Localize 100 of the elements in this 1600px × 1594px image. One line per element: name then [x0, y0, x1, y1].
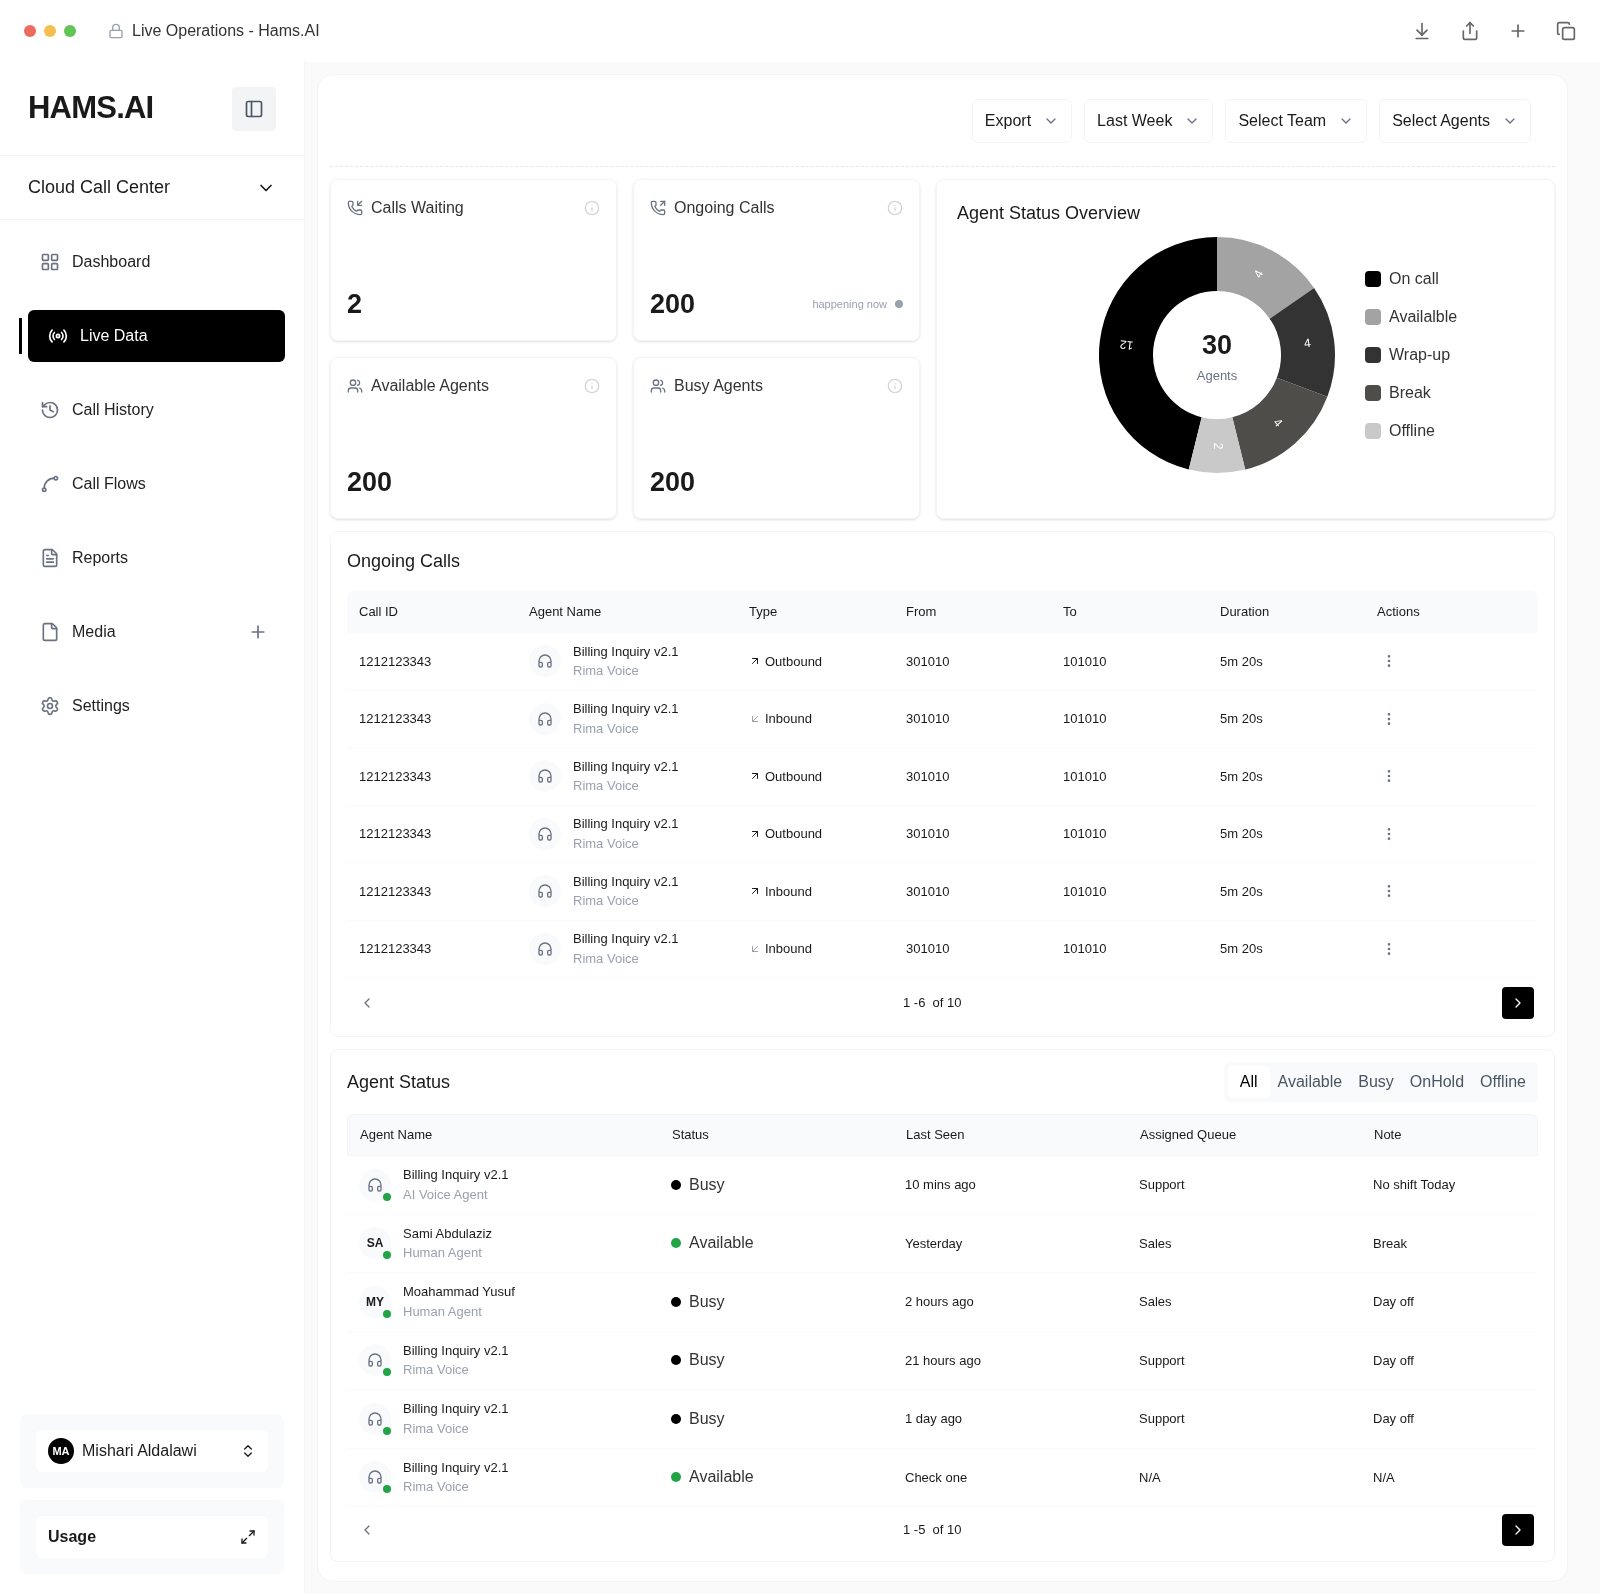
table-cell-text: 1212123343 [359, 825, 433, 843]
stat-value: 200 [347, 465, 393, 499]
initials-avatar: SA [359, 1227, 391, 1260]
broadcast-icon [48, 326, 68, 346]
nav-item[interactable]: Settings [28, 680, 285, 732]
tabs-icon[interactable] [1556, 21, 1576, 41]
sidebar-toggle-button[interactable] [232, 86, 276, 131]
nav-item[interactable]: Live Data [28, 310, 285, 362]
table-cell-text: Check one [905, 1468, 969, 1487]
pagination-text: 1 -5 of 10 [903, 1521, 962, 1540]
agent-subtitle: Rima Voice [573, 662, 640, 681]
pagination-text: 1 -6 of 10 [903, 994, 962, 1013]
table-cell-text: 101010 [1063, 825, 1108, 843]
share-icon[interactable] [1460, 21, 1480, 41]
next-page-button[interactable] [1502, 1514, 1534, 1546]
column-header: Note [1374, 1126, 1403, 1145]
segment-label: 4 [1270, 415, 1286, 430]
file-icon [40, 622, 60, 642]
table-cell-text: N/A [1139, 1468, 1162, 1487]
legend-label: Break [1389, 383, 1431, 403]
table-cell-text: Yesterday [905, 1234, 964, 1253]
segment-label: 4 [1250, 267, 1267, 281]
status-tab[interactable]: All [1227, 1066, 1270, 1098]
table-cell-text: Day off [1373, 1410, 1415, 1428]
status-tab[interactable]: Available [1269, 1066, 1351, 1098]
table-cell-text: 101010 [1063, 940, 1108, 958]
column-header: Status [672, 1126, 710, 1145]
headset-icon [529, 875, 561, 908]
table-cell-text: 1 day ago [905, 1410, 964, 1428]
logo: HAMS.AI [28, 89, 154, 128]
status-text: Available [689, 1233, 754, 1254]
active-indicator [19, 318, 22, 354]
filter-dropdown[interactable]: Export [971, 98, 1073, 143]
stat-value: 2 [347, 287, 363, 321]
nav-item[interactable]: Call Flows [28, 458, 285, 510]
nav-item[interactable]: Call History [28, 384, 285, 436]
phone-icon [347, 200, 363, 216]
legend-label: Offline [1389, 421, 1435, 441]
agent-subtitle: Rima Voice [573, 834, 640, 853]
headset-icon [529, 817, 561, 850]
nav-item[interactable]: Reports [28, 532, 285, 584]
user-avatar: MA [48, 1438, 74, 1464]
phone-icon [650, 200, 666, 216]
card-title: Agent Status Overview [957, 202, 1142, 225]
table-cell-text: 301010 [906, 652, 951, 671]
headset-icon [529, 645, 561, 678]
legend-label: Availalble [1389, 307, 1458, 327]
usage-button[interactable]: Usage [36, 1516, 268, 1558]
status-tab[interactable]: Busy [1350, 1066, 1402, 1098]
table-cell-text: 101010 [1063, 652, 1108, 671]
column-header: From [906, 603, 938, 622]
table-cell-text: N/A [1373, 1468, 1396, 1487]
table-cell-text: 301010 [906, 940, 951, 958]
users-icon [347, 378, 363, 394]
next-page-button[interactable] [1502, 987, 1534, 1019]
segment-label: 12 [1119, 337, 1135, 353]
expand-icon [240, 1529, 256, 1545]
agent-subtitle: Rima Voice [573, 719, 640, 738]
report-icon [40, 548, 60, 568]
column-header: Actions [1377, 603, 1421, 622]
column-header: Duration [1220, 603, 1271, 622]
status-text: Available [689, 1467, 754, 1488]
stat-label: Busy Agents [674, 376, 763, 396]
table-cell-text: 301010 [906, 710, 951, 728]
agent-subtitle: AI Voice Agent [403, 1185, 489, 1204]
section-title: Agent Status [347, 1070, 451, 1094]
table-cell-text: 2 hours ago [905, 1293, 975, 1311]
agent-name: Billing Inquiry v2.1 [573, 642, 679, 661]
column-header: Call ID [359, 603, 399, 622]
table-cell-text: 301010 [906, 825, 951, 843]
table-cell-text: 5m 20s [1220, 710, 1264, 728]
table-cell-text: 1212123343 [359, 710, 433, 728]
table-cell-text: Support [1139, 1176, 1186, 1194]
status-text: Busy [689, 1291, 725, 1312]
table-cell-text: 5m 20s [1220, 767, 1264, 786]
user-switcher[interactable]: MA Mishari Aldalawi [36, 1430, 268, 1472]
column-header: Type [749, 603, 779, 622]
filter-dropdown[interactable]: Last Week [1084, 98, 1214, 143]
table-cell-text: 1212123343 [359, 940, 433, 958]
agent-subtitle: Human Agent [403, 1244, 483, 1263]
agent-name: Billing Inquiry v2.1 [403, 1458, 509, 1477]
initials-avatar: MY [359, 1285, 391, 1318]
filter-dropdown[interactable]: Select Team [1225, 98, 1368, 143]
status-text: Busy [689, 1408, 725, 1429]
legend-label: Wrap-up [1389, 345, 1451, 365]
download-icon[interactable] [1412, 21, 1432, 41]
agent-name: Billing Inquiry v2.1 [573, 700, 679, 719]
filter-dropdown[interactable]: Select Agents [1379, 98, 1531, 143]
agent-name: Billing Inquiry v2.1 [573, 872, 679, 891]
status-tab[interactable]: OnHold [1401, 1066, 1473, 1098]
status-tab[interactable]: Offline [1472, 1066, 1534, 1098]
lock-icon [108, 23, 124, 39]
workspace-dropdown[interactable]: Cloud Call Center [0, 156, 304, 220]
nav-item[interactable]: Dashboard [28, 236, 285, 288]
agent-name: Billing Inquiry v2.1 [403, 1166, 509, 1185]
agent-subtitle: Rima Voice [573, 949, 640, 968]
table-cell-text: Outbound [765, 825, 823, 843]
agent-name: Billing Inquiry v2.1 [573, 815, 679, 834]
table-cell-text: Inbound [765, 940, 812, 958]
nav-item[interactable]: Media [28, 606, 285, 658]
